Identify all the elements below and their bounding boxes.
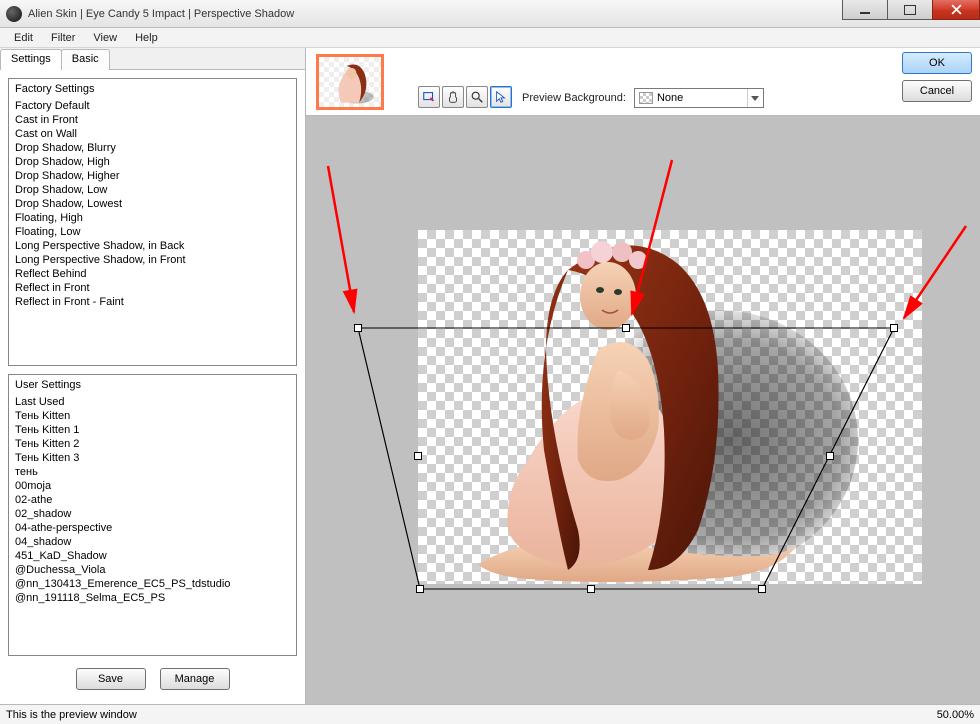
thumbnail-image [319,57,381,108]
preview-background-value: None [657,92,683,104]
preview-background-label: Preview Background: [522,92,626,104]
factory-settings-header: Factory Settings [9,79,296,99]
preview-background-combo[interactable]: None [634,88,764,108]
close-icon [951,4,962,15]
window-title: Alien Skin | Eye Candy 5 Impact | Perspe… [28,8,294,20]
tool-buttons [418,86,512,108]
statusbar: This is the preview window 50.00% [0,704,980,724]
list-item[interactable]: тень [9,465,296,479]
list-item[interactable]: 00moja [9,479,296,493]
list-item[interactable]: Floating, High [9,211,296,225]
list-item[interactable]: Drop Shadow, High [9,155,296,169]
list-item[interactable]: Drop Shadow, Higher [9,169,296,183]
right-area: Preview Background: None [306,48,980,704]
list-item[interactable]: Тень Kitten 3 [9,451,296,465]
list-item[interactable]: @nn_191118_Selma_EC5_PS [9,591,296,605]
list-item[interactable]: Reflect in Front - Faint [9,295,296,309]
maximize-button[interactable] [887,0,933,20]
tab-settings[interactable]: Settings [0,49,62,70]
list-item[interactable]: Cast in Front [9,113,296,127]
list-item[interactable]: 451_KaD_Shadow [9,549,296,563]
tabs-bar: Settings Basic [0,48,305,70]
zoom-level: 50.00% [937,709,974,721]
preview-canvas[interactable] [306,116,980,704]
menu-help[interactable]: Help [127,30,166,46]
user-settings-header: User Settings [9,375,296,395]
list-item[interactable]: Factory Default [9,99,296,113]
list-item[interactable]: Тень Kitten 2 [9,437,296,451]
list-item[interactable]: @nn_130413_Emerence_EC5_PS_tdstudio [9,577,296,591]
tab-basic[interactable]: Basic [61,49,110,70]
list-item[interactable]: Тень Kitten [9,409,296,423]
menubar: Edit Filter View Help [0,28,980,48]
panel-body: Factory Settings Factory Default Cast in… [0,70,305,704]
minimize-button[interactable] [842,0,888,20]
menu-filter[interactable]: Filter [43,30,83,46]
user-settings-scroll[interactable]: Last Used Тень Kitten Тень Kitten 1 Тень… [9,395,296,655]
list-item[interactable]: 04_shadow [9,535,296,549]
close-button[interactable] [932,0,980,20]
preview-toggle-icon [422,90,436,104]
swatch-icon [639,92,653,104]
transform-handle[interactable] [354,324,362,332]
app-icon [6,6,22,22]
ok-button[interactable]: OK [902,52,972,74]
chevron-down-icon [747,89,763,107]
transform-handle[interactable] [890,324,898,332]
transform-handle[interactable] [414,452,422,460]
preview-thumbnail[interactable] [316,54,384,110]
list-item[interactable]: Long Perspective Shadow, in Front [9,253,296,267]
window-controls [843,0,980,20]
list-item[interactable]: Drop Shadow, Low [9,183,296,197]
cancel-button[interactable]: Cancel [902,80,972,102]
left-panel: Settings Basic Factory Settings Factory … [0,48,306,704]
preview-toggle-button[interactable] [418,86,440,108]
list-item[interactable]: Drop Shadow, Blurry [9,141,296,155]
preview-image-area [418,230,922,584]
list-item[interactable]: Last Used [9,395,296,409]
hand-tool-button[interactable] [442,86,464,108]
zoom-icon [470,90,484,104]
save-button[interactable]: Save [76,668,146,690]
menu-edit[interactable]: Edit [6,30,41,46]
transform-handle[interactable] [826,452,834,460]
transform-handle[interactable] [758,585,766,593]
settings-button-row: Save Manage [8,664,297,696]
user-settings-list: User Settings Last Used Тень Kitten Тень… [8,374,297,656]
list-item[interactable]: 02-athe [9,493,296,507]
manage-button[interactable]: Manage [160,668,230,690]
list-item[interactable]: Long Perspective Shadow, in Back [9,239,296,253]
list-item[interactable]: Reflect in Front [9,281,296,295]
list-item[interactable]: 04-athe-perspective [9,521,296,535]
status-text: This is the preview window [6,709,137,721]
pointer-icon [494,90,508,104]
pointer-tool-button[interactable] [490,86,512,108]
list-item[interactable]: Тень Kitten 1 [9,423,296,437]
transform-handle[interactable] [622,324,630,332]
list-item[interactable]: @Duchessa_Viola [9,563,296,577]
list-item[interactable]: Reflect Behind [9,267,296,281]
toolbar-row: Preview Background: None [306,48,980,116]
titlebar: Alien Skin | Eye Candy 5 Impact | Perspe… [0,0,980,28]
preview-image [418,230,922,584]
transform-handle[interactable] [416,585,424,593]
list-item[interactable]: Floating, Low [9,225,296,239]
list-item[interactable]: 02_shadow [9,507,296,521]
transform-handle[interactable] [587,585,595,593]
hand-icon [446,90,460,104]
preview-background-row: Preview Background: None [522,88,764,108]
factory-settings-list: Factory Settings Factory Default Cast in… [8,78,297,366]
list-item[interactable]: Cast on Wall [9,127,296,141]
zoom-tool-button[interactable] [466,86,488,108]
dialog-buttons: OK Cancel [902,52,972,102]
menu-view[interactable]: View [85,30,125,46]
factory-settings-scroll[interactable]: Factory Default Cast in Front Cast on Wa… [9,99,296,365]
main-area: Settings Basic Factory Settings Factory … [0,48,980,704]
list-item[interactable]: Drop Shadow, Lowest [9,197,296,211]
